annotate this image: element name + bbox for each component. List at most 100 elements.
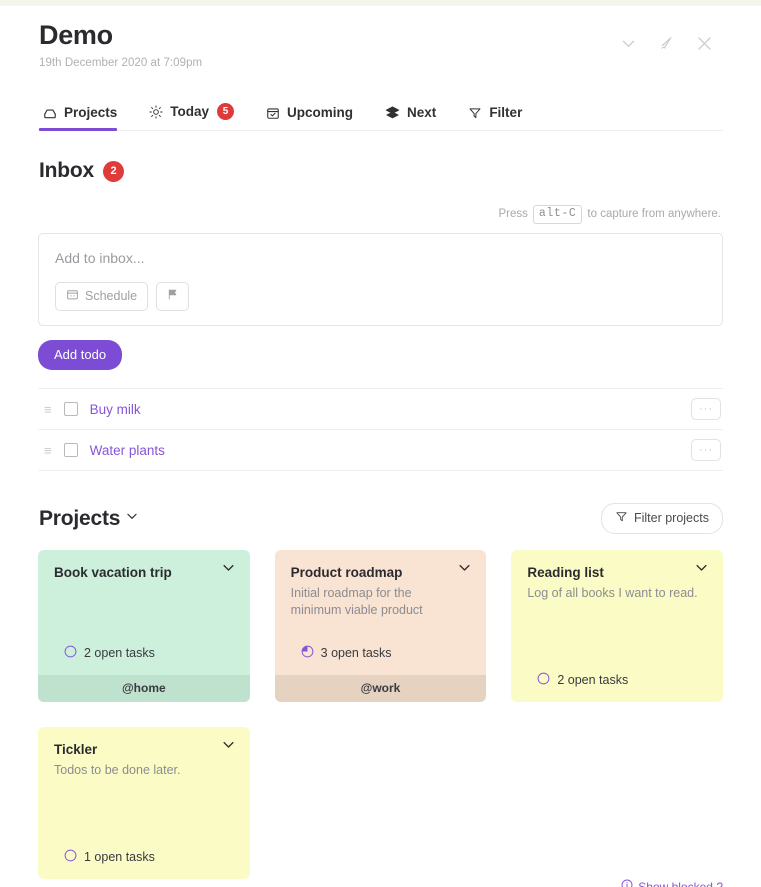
chevron-down-icon[interactable] (694, 560, 709, 580)
project-card-tag: @home (38, 675, 250, 703)
page-title: Demo (39, 20, 113, 50)
tab-today-label: Today (170, 104, 210, 120)
projects-title-toggle[interactable]: Projects (39, 507, 139, 531)
project-card-body: Product roadmap Initial roadmap for the … (275, 550, 487, 675)
progress-circle-icon (64, 645, 77, 661)
schedule-button[interactable]: Schedule (55, 281, 149, 311)
project-card[interactable]: Product roadmap Initial roadmap for the … (274, 550, 487, 703)
project-card-title: Book vacation trip (54, 565, 172, 581)
project-card[interactable]: Reading list Log of all books I want to … (511, 550, 723, 703)
tab-projects[interactable]: Projects (39, 101, 133, 132)
calendar-icon (66, 288, 79, 305)
window-controls (617, 20, 723, 54)
progress-circle-icon (301, 645, 314, 661)
main-tabbar: Projects Today 5 Upcoming Next Filter (38, 99, 723, 132)
filter-projects-label: Filter projects (633, 511, 709, 526)
layers-icon (385, 105, 400, 120)
progress-circle-icon (537, 672, 550, 688)
inbox-todo-list: ≡ Buy milk ··· ≡ Water plants ··· (38, 388, 723, 472)
tab-next-label: Next (407, 105, 437, 121)
project-card-description: Initial roadmap for the minimum viable p… (290, 585, 423, 617)
chevron-down-icon[interactable] (457, 560, 472, 580)
project-card-tasks: 1 open tasks (54, 849, 234, 865)
drag-handle-icon[interactable]: ≡ (44, 444, 52, 457)
calendar-check-icon (266, 106, 280, 120)
project-card-top: Tickler (54, 740, 234, 759)
sun-icon (149, 104, 163, 119)
row-menu-button[interactable]: ··· (691, 398, 721, 421)
capture-actions: Schedule (55, 281, 706, 311)
project-card-title: Product roadmap (290, 565, 403, 581)
funnel-icon (468, 106, 482, 120)
show-blocked-label: Show blocked ? (638, 879, 723, 887)
project-card-tasks-label: 1 open tasks (84, 850, 155, 865)
chevron-down-icon[interactable] (221, 737, 236, 757)
drag-handle-icon[interactable]: ≡ (44, 403, 52, 416)
progress-circle-icon (64, 849, 77, 865)
chevron-down-icon[interactable] (221, 560, 236, 580)
window-header: Demo 19th December 2020 at 7:09pm (38, 6, 723, 69)
table-row[interactable]: ≡ Water plants ··· (38, 430, 723, 472)
todo-label[interactable]: Buy milk (90, 402, 679, 417)
show-blocked-toggle[interactable]: Show blocked ? (621, 879, 723, 887)
project-card-body: Tickler Todos to be done later. 1 open t… (38, 727, 250, 879)
inbox-count-badge: 2 (103, 160, 124, 182)
page-subtitle-timestamp: 19th December 2020 at 7:09pm (39, 57, 203, 70)
project-card-tasks: 3 open tasks (291, 645, 471, 661)
chevron-down-icon (125, 509, 139, 528)
project-card-body: Book vacation trip 2 open tasks (38, 550, 250, 675)
filter-projects-button[interactable]: Filter projects (600, 503, 723, 535)
capture-hint-suffix: to capture from anywhere. (587, 208, 721, 221)
project-card-tasks-label: 3 open tasks (320, 646, 392, 661)
flag-button[interactable] (156, 281, 190, 311)
schedule-button-label: Schedule (85, 288, 138, 303)
tab-today[interactable]: Today 5 (145, 99, 250, 130)
app-page: Demo 19th December 2020 at 7:09pm Projec… (0, 6, 761, 887)
project-card-body: Reading list Log of all books I want to … (511, 550, 723, 702)
add-todo-button[interactable]: Add todo (38, 339, 123, 371)
capture-box[interactable]: Schedule (38, 232, 723, 326)
inbox-header: Inbox 2 (38, 159, 723, 183)
project-card-tasks: 2 open tasks (527, 672, 707, 688)
project-card-description: Todos to be done later. (54, 762, 181, 777)
project-card-top: Product roadmap (291, 563, 471, 582)
tab-next[interactable]: Next (381, 101, 452, 130)
flag-icon (166, 288, 179, 305)
project-card-title: Reading list (527, 565, 604, 581)
table-row[interactable]: ≡ Buy milk ··· (38, 388, 723, 431)
project-card[interactable]: Book vacation trip 2 open tasks @home (38, 550, 250, 703)
project-card-tasks-label: 2 open tasks (84, 646, 155, 661)
project-card-description: Log of all books I want to read. (527, 585, 698, 600)
capture-hint-key: alt-C (532, 205, 583, 224)
tab-filter-label: Filter (489, 105, 523, 121)
pencil-icon[interactable] (655, 32, 677, 54)
add-to-inbox-input[interactable] (55, 249, 706, 266)
capture-shortcut-hint: Press alt-C to capture from anywhere. (38, 205, 723, 224)
tab-projects-label: Projects (64, 105, 118, 121)
todo-label[interactable]: Water plants (90, 443, 679, 458)
project-card-top: Book vacation trip (54, 563, 234, 582)
tab-today-badge: 5 (217, 103, 235, 121)
inbox-tray-icon (43, 106, 57, 120)
tab-upcoming[interactable]: Upcoming (262, 101, 369, 130)
project-card-tasks-label: 2 open tasks (557, 673, 629, 688)
close-icon[interactable] (693, 32, 715, 54)
projects-grid: Book vacation trip 2 open tasks @home Pr… (38, 550, 723, 880)
chevron-down-icon[interactable] (617, 32, 639, 54)
funnel-icon (615, 510, 628, 527)
inbox-title: Inbox (39, 159, 94, 183)
project-card-tasks: 2 open tasks (54, 645, 234, 661)
capture-hint-prefix: Press (498, 208, 528, 221)
window-header-text: Demo 19th December 2020 at 7:09pm (38, 20, 202, 69)
tab-upcoming-label: Upcoming (287, 105, 354, 121)
project-card-top: Reading list (527, 563, 707, 582)
project-card[interactable]: Tickler Todos to be done later. 1 open t… (38, 727, 250, 880)
projects-title: Projects (39, 506, 121, 530)
todo-checkbox[interactable] (63, 402, 78, 417)
todo-checkbox[interactable] (63, 443, 78, 458)
row-menu-button[interactable]: ··· (691, 439, 721, 462)
info-circle-icon (621, 879, 633, 887)
add-todo-button-label: Add todo (54, 346, 107, 362)
project-card-tag: @work (274, 675, 487, 703)
tab-filter[interactable]: Filter (464, 101, 538, 130)
